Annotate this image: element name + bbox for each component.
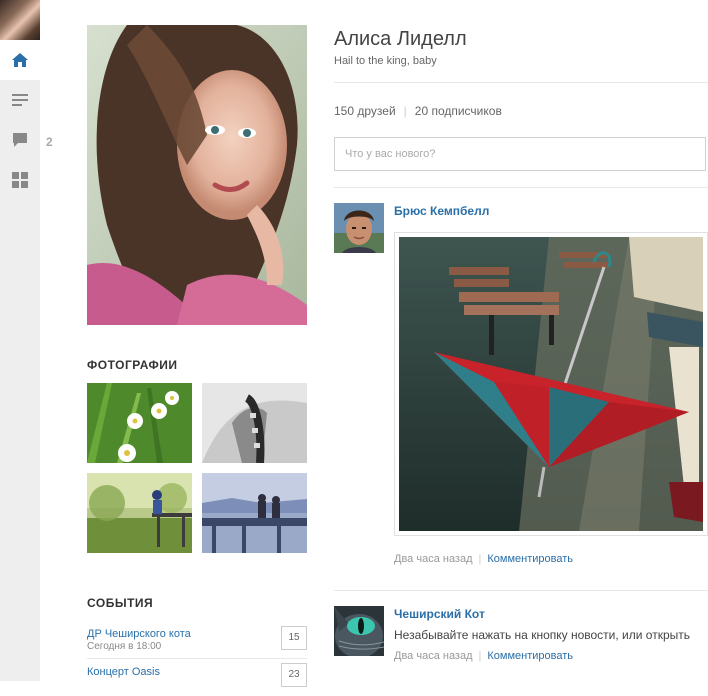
profile-status: Hail to the king, baby	[334, 55, 437, 67]
friends-link[interactable]: 150 друзей	[334, 104, 396, 118]
sidebar	[0, 0, 40, 681]
comment-link[interactable]: Комментировать	[487, 650, 573, 662]
event-date-badge: 15	[281, 626, 307, 650]
divider	[87, 658, 307, 659]
flowers-photo	[87, 383, 192, 463]
divider	[334, 590, 708, 591]
event-item[interactable]: ДР Чеширского кота Сегодня в 18:00 15	[87, 626, 307, 658]
comment-link[interactable]: Комментировать	[487, 553, 573, 565]
author-photo	[334, 203, 384, 253]
post-time: Два часа назад	[394, 553, 473, 565]
cat-photo	[334, 606, 384, 656]
sidebar-item-home[interactable]	[0, 40, 40, 80]
photo-thumbnail[interactable]	[202, 383, 307, 463]
photo-thumbnail[interactable]	[87, 383, 192, 463]
divider	[334, 187, 708, 188]
divider	[334, 82, 708, 83]
photos-section-title: ФОТОГРАФИИ	[87, 358, 178, 372]
followers-link[interactable]: 20 подписчиков	[415, 104, 502, 118]
event-date-badge: 23	[281, 663, 307, 687]
event-item[interactable]: Концерт Oasis 23	[87, 663, 307, 696]
profile-photo[interactable]	[87, 25, 307, 325]
post-author-avatar[interactable]	[334, 606, 384, 656]
photo-thumbnail[interactable]	[87, 473, 192, 553]
user-avatar[interactable]	[0, 0, 40, 40]
profile-photo-image	[87, 25, 307, 325]
event-name[interactable]: ДР Чеширского кота	[87, 628, 307, 640]
event-name[interactable]: Концерт Oasis	[87, 666, 307, 678]
event-time: Сегодня в 18:00	[87, 641, 162, 652]
profile-stats: 150 друзей | 20 подписчиков	[334, 104, 502, 118]
sidebar-item-apps[interactable]	[0, 160, 40, 200]
separator: |	[478, 650, 482, 662]
separator: |	[403, 104, 407, 118]
post-time: Два часа назад	[394, 650, 473, 662]
umbrella-photo	[399, 237, 703, 531]
new-post-input[interactable]	[334, 137, 706, 171]
post-author-avatar[interactable]	[334, 203, 384, 253]
post-meta: Два часа назад | Комментировать	[394, 553, 573, 565]
feed-icon	[12, 94, 28, 106]
garden-photo	[87, 473, 192, 553]
bw-shoulder-photo	[202, 383, 307, 463]
post-author-name[interactable]: Чеширский Кот	[394, 607, 485, 621]
home-icon	[12, 53, 28, 67]
profile-name: Алиса Лиделл	[334, 28, 467, 50]
events-section-title: СОБЫТИЯ	[87, 596, 154, 610]
sidebar-item-feed[interactable]	[0, 80, 40, 120]
photo-thumbnail[interactable]	[202, 473, 307, 553]
separator: |	[478, 553, 482, 565]
post-image[interactable]	[394, 232, 708, 536]
pier-photo	[202, 473, 307, 553]
post-author-name[interactable]: Брюс Кемпбелл	[394, 204, 489, 218]
post-meta: Два часа назад | Комментировать	[394, 650, 573, 662]
messages-icon	[13, 133, 27, 147]
apps-grid-icon	[12, 172, 28, 188]
sidebar-item-messages[interactable]	[0, 120, 40, 160]
messages-count-badge: 2	[46, 135, 53, 149]
post-text: Незабывайте нажать на кнопку новости, ил…	[394, 628, 690, 642]
